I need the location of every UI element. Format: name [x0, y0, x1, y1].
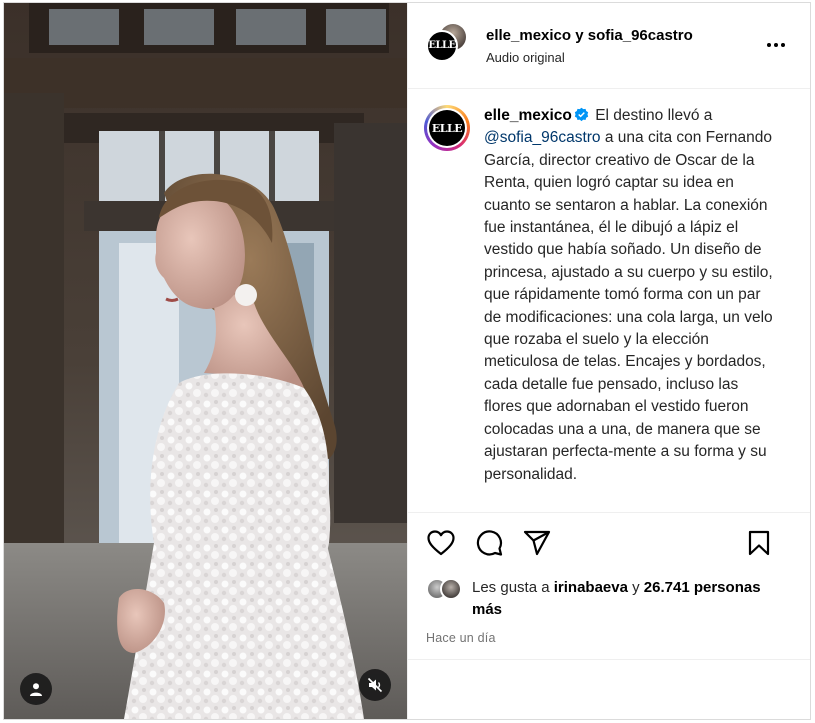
- verified-badge-icon: [574, 107, 589, 122]
- send-icon: [523, 530, 551, 556]
- bookmark-icon: [748, 530, 770, 556]
- more-options-button[interactable]: [766, 35, 786, 55]
- action-bar: [408, 513, 810, 573]
- collab-usernames[interactable]: elle_mexico y sofia_96castro: [486, 27, 693, 44]
- caption-section: ELLE elle_mexico El destino llevó a @sof…: [408, 89, 810, 513]
- mute-toggle-button[interactable]: [359, 669, 391, 701]
- tagged-users-button[interactable]: [20, 673, 52, 705]
- likes-text: Les gusta a irinabaeva y 26.741 personas…: [472, 577, 792, 621]
- post-side-panel: ELLE elle_mexico y sofia_96castro Audio …: [407, 3, 810, 719]
- caption-avatar[interactable]: ELLE: [424, 105, 470, 151]
- more-options-icon: [767, 43, 785, 47]
- likes-prefix: Les gusta a: [472, 579, 550, 596]
- instagram-post: ELLE elle_mexico y sofia_96castro Audio …: [3, 2, 811, 720]
- heart-icon: [427, 530, 455, 556]
- caption-username[interactable]: elle_mexico: [484, 107, 572, 124]
- likes-summary: Les gusta a irinabaeva y 26.741 personas…: [408, 573, 810, 621]
- liker-username-link[interactable]: irinabaeva: [554, 579, 628, 596]
- like-button[interactable]: [426, 528, 456, 558]
- audio-link[interactable]: Audio original: [486, 50, 693, 65]
- caption-mention-link[interactable]: @sofia_96castro: [484, 129, 601, 146]
- post-media-video[interactable]: [4, 3, 407, 719]
- liker-avatar: [440, 578, 462, 600]
- video-frame-bride-image: [4, 3, 407, 719]
- header-text: elle_mexico y sofia_96castro Audio origi…: [486, 27, 693, 65]
- save-button[interactable]: [744, 528, 774, 558]
- user-tag-icon: [30, 683, 42, 696]
- caption-text: elle_mexico El destino llevó a @sofia_96…: [484, 105, 774, 512]
- muted-speaker-icon: [367, 677, 383, 693]
- likers-avatars[interactable]: [426, 578, 468, 602]
- caption-body-start: El destino llevó a: [595, 107, 713, 124]
- avatar-elle[interactable]: ELLE: [426, 29, 458, 62]
- comment-button[interactable]: [474, 528, 504, 558]
- post-timestamp[interactable]: Hace un día: [408, 621, 810, 645]
- collab-avatars[interactable]: ELLE: [426, 23, 470, 68]
- caption-body: a una cita con Fernando García, director…: [484, 129, 773, 483]
- elle-logo: ELLE: [428, 40, 456, 51]
- comment-icon: [476, 530, 503, 556]
- share-button[interactable]: [522, 528, 552, 558]
- comment-area[interactable]: [408, 659, 810, 719]
- post-header: ELLE elle_mexico y sofia_96castro Audio …: [408, 3, 810, 89]
- elle-logo: ELLE: [431, 121, 463, 135]
- likes-connector: y: [632, 579, 640, 596]
